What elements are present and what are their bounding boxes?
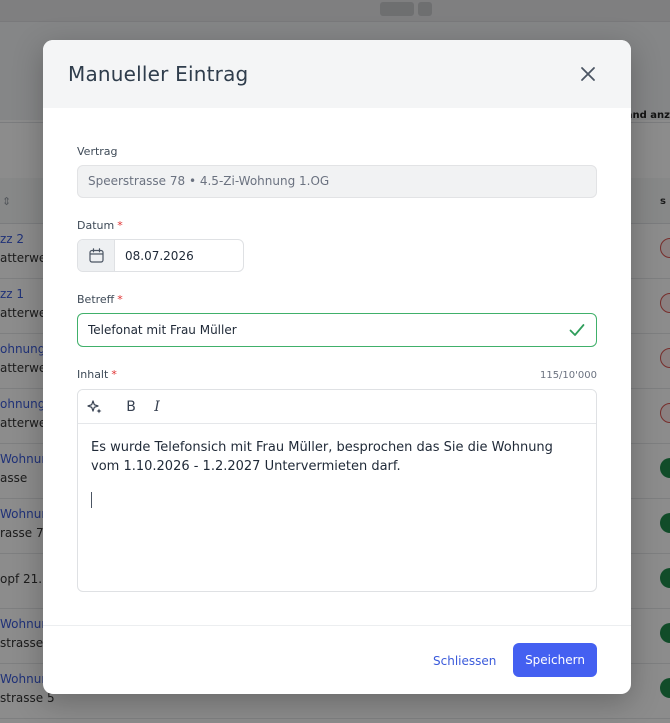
check-icon bbox=[569, 324, 585, 336]
close-button[interactable] bbox=[579, 65, 597, 83]
contract-label-text: Vertrag bbox=[77, 145, 118, 158]
contract-label: Vertrag bbox=[77, 145, 118, 158]
content-label: Inhalt * bbox=[77, 368, 117, 381]
required-marker: * bbox=[117, 219, 123, 232]
content-label-text: Inhalt bbox=[77, 368, 109, 381]
text-caret bbox=[91, 492, 92, 508]
date-input[interactable] bbox=[115, 240, 243, 271]
contract-field: Speerstrasse 78 • 4.5-Zi-Wohnung 1.OG bbox=[77, 165, 597, 198]
subject-input[interactable] bbox=[78, 314, 558, 346]
date-label-text: Datum bbox=[77, 219, 115, 232]
rich-text-editor: B I Es wurde Telefonsich mit Frau Müller… bbox=[77, 389, 597, 592]
sparkle-icon bbox=[87, 400, 102, 414]
subject-label-text: Betreff bbox=[77, 293, 115, 306]
character-counter: 115/10'000 bbox=[539, 370, 597, 381]
dialog-title: Manueller Eintrag bbox=[68, 62, 249, 86]
required-marker: * bbox=[111, 368, 117, 381]
close-dialog-button[interactable]: Schliessen bbox=[433, 651, 496, 671]
subject-field bbox=[77, 313, 597, 347]
bold-button[interactable]: B bbox=[120, 396, 142, 418]
manual-entry-dialog: Manueller Eintrag Vertrag Speerstrasse 7… bbox=[43, 40, 631, 694]
italic-button[interactable]: I bbox=[146, 396, 168, 418]
date-picker bbox=[77, 239, 244, 272]
subject-label: Betreff * bbox=[77, 293, 123, 306]
date-picker-button[interactable] bbox=[78, 240, 115, 271]
divider bbox=[43, 625, 631, 626]
ai-assist-button[interactable] bbox=[84, 396, 106, 418]
dialog-header: Manueller Eintrag bbox=[43, 40, 631, 108]
editor-toolbar: B I bbox=[78, 390, 596, 424]
date-label: Datum * bbox=[77, 219, 123, 232]
required-marker: * bbox=[117, 293, 123, 306]
editor-content[interactable]: Es wurde Telefonsich mit Frau Müller, be… bbox=[91, 438, 581, 476]
close-icon bbox=[581, 67, 595, 81]
save-button[interactable]: Speichern bbox=[513, 643, 597, 677]
calendar-icon bbox=[89, 248, 104, 263]
